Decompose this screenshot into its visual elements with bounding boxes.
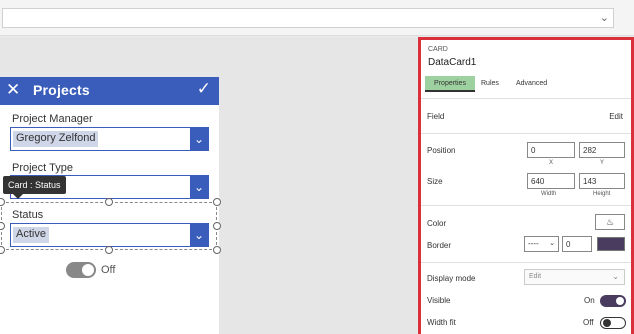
display-mode-dropdown[interactable]: Edit ⌄ bbox=[524, 269, 625, 285]
toggle-label: Off bbox=[101, 264, 116, 276]
dropdown-value: Active bbox=[13, 227, 49, 243]
fill-bucket-icon[interactable]: ♨ bbox=[595, 214, 625, 230]
app-header: ✕ Projects ✓ bbox=[0, 77, 219, 105]
size-height-input[interactable]: 143 bbox=[579, 173, 625, 189]
page-title: Projects bbox=[33, 82, 90, 98]
visible-label: Visible bbox=[427, 296, 451, 305]
color-label: Color bbox=[427, 219, 447, 228]
resize-handle[interactable] bbox=[213, 222, 221, 230]
formula-strip: ⌄ bbox=[0, 0, 634, 36]
checkmark-icon[interactable]: ✓ bbox=[197, 79, 211, 99]
height-label: Height bbox=[593, 191, 611, 197]
status-dropdown[interactable]: Active ⌄ bbox=[10, 223, 209, 247]
border-style-dropdown[interactable]: ---- ⌄ bbox=[524, 236, 559, 252]
size-label: Size bbox=[427, 177, 443, 186]
divider bbox=[421, 205, 631, 206]
properties-panel: CARD DataCard1 Properties Rules Advanced… bbox=[418, 37, 634, 334]
position-x-input[interactable]: 0 bbox=[527, 142, 575, 158]
formula-input[interactable]: ⌄ bbox=[2, 8, 614, 28]
project-manager-dropdown[interactable]: Gregory Zelfond ⌄ bbox=[10, 127, 209, 151]
width-fit-toggle[interactable] bbox=[600, 317, 626, 329]
card-tooltip: Card : Status bbox=[3, 176, 66, 199]
control-type-label: CARD bbox=[428, 46, 448, 53]
width-fit-state: Off bbox=[583, 318, 594, 327]
border-color-swatch[interactable] bbox=[597, 237, 625, 251]
border-style-value: ---- bbox=[528, 239, 539, 248]
dropdown-value: Gregory Zelfond bbox=[13, 131, 99, 147]
visible-toggle[interactable] bbox=[600, 295, 626, 307]
y-label: Y bbox=[600, 160, 605, 166]
size-width-input[interactable]: 640 bbox=[527, 173, 575, 189]
app-screen: ✕ Projects ✓ Project Manager Gregory Zel… bbox=[0, 77, 221, 334]
tab-properties[interactable]: Properties bbox=[425, 76, 475, 92]
field-label-project-manager: Project Manager bbox=[12, 113, 93, 125]
border-width-input[interactable]: 0 bbox=[562, 236, 592, 252]
display-mode-value: Edit bbox=[529, 273, 542, 280]
chevron-down-icon: ⌄ bbox=[549, 240, 555, 247]
divider bbox=[421, 133, 631, 134]
toggle-knob bbox=[616, 297, 624, 305]
divider bbox=[421, 98, 631, 99]
toggle-switch[interactable] bbox=[66, 262, 96, 278]
toggle-knob bbox=[603, 319, 611, 327]
tab-advanced[interactable]: Advanced bbox=[516, 76, 547, 92]
resize-handle[interactable] bbox=[213, 198, 221, 206]
control-name: DataCard1 bbox=[428, 57, 477, 68]
x-label: X bbox=[549, 160, 554, 166]
field-label-project-type: Project Type bbox=[12, 162, 73, 174]
chevron-down-icon[interactable]: ⌄ bbox=[190, 128, 208, 150]
chevron-down-icon: ⌄ bbox=[612, 272, 619, 281]
field-label-status: Status bbox=[12, 209, 44, 221]
border-label: Border bbox=[427, 241, 452, 250]
position-label: Position bbox=[427, 146, 456, 155]
resize-handle[interactable] bbox=[105, 246, 113, 254]
tab-rules[interactable]: Rules bbox=[481, 76, 499, 92]
display-mode-label: Display mode bbox=[427, 274, 476, 283]
divider bbox=[421, 262, 631, 263]
width-fit-label: Width fit bbox=[427, 318, 456, 327]
visible-state: On bbox=[584, 296, 595, 305]
toggle-knob bbox=[82, 264, 94, 276]
field-label: Field bbox=[427, 112, 445, 121]
chevron-down-icon[interactable]: ⌄ bbox=[190, 224, 208, 246]
resize-handle[interactable] bbox=[0, 246, 5, 254]
width-label: Width bbox=[541, 191, 557, 197]
position-y-input[interactable]: 282 bbox=[579, 142, 625, 158]
chevron-down-icon[interactable]: ⌄ bbox=[600, 11, 609, 24]
edit-field-link[interactable]: Edit bbox=[609, 112, 623, 121]
chevron-down-icon[interactable]: ⌄ bbox=[190, 176, 208, 198]
close-icon[interactable]: ✕ bbox=[6, 80, 20, 100]
resize-handle[interactable] bbox=[213, 246, 221, 254]
resize-handle[interactable] bbox=[105, 198, 113, 206]
